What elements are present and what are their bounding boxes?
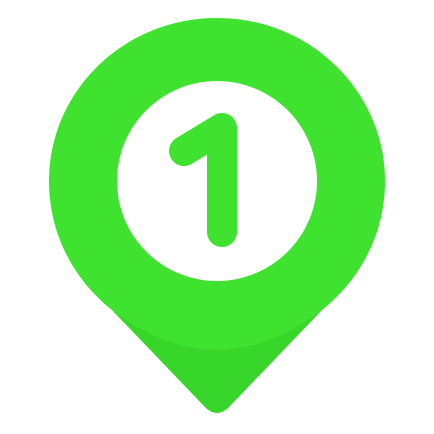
map-marker: 1 bbox=[0, 0, 434, 434]
map-pin-number-icon bbox=[49, 18, 385, 413]
